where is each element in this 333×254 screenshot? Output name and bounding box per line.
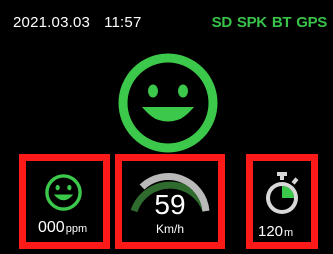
- sd-indicator: SD: [211, 14, 233, 31]
- smiley-face-icon: [45, 174, 82, 211]
- time-text: 11:57: [104, 14, 142, 31]
- datetime: 2021.03.03 11:57: [13, 14, 142, 31]
- timer-panel[interactable]: 120m: [246, 154, 318, 249]
- status-bar: 2021.03.03 11:57 SD SPK BT GPS: [0, 0, 333, 40]
- gps-indicator: GPS: [296, 14, 327, 31]
- speed-unit: Km/h: [155, 222, 184, 236]
- speaker-indicator: SPK: [236, 14, 267, 31]
- status-indicators: SD SPK BT GPS: [211, 14, 328, 31]
- speed-value: 59: [154, 189, 186, 220]
- air-quality-unit: ppm: [65, 223, 88, 235]
- timer-readout: 120m: [258, 223, 293, 240]
- smiley-face-icon: [118, 53, 218, 153]
- air-quality-readout: 000ppm: [38, 219, 87, 237]
- timer-value: 120: [258, 223, 284, 240]
- bluetooth-indicator: BT: [271, 14, 292, 31]
- timer-unit: m: [284, 227, 294, 239]
- air-quality-panel[interactable]: 000ppm: [19, 154, 110, 249]
- air-quality-value: 000: [38, 219, 65, 236]
- date-text: 2021.03.03: [13, 14, 91, 31]
- stopwatch-icon: [266, 172, 299, 214]
- speed-panel[interactable]: 59 Km/h: [115, 154, 225, 249]
